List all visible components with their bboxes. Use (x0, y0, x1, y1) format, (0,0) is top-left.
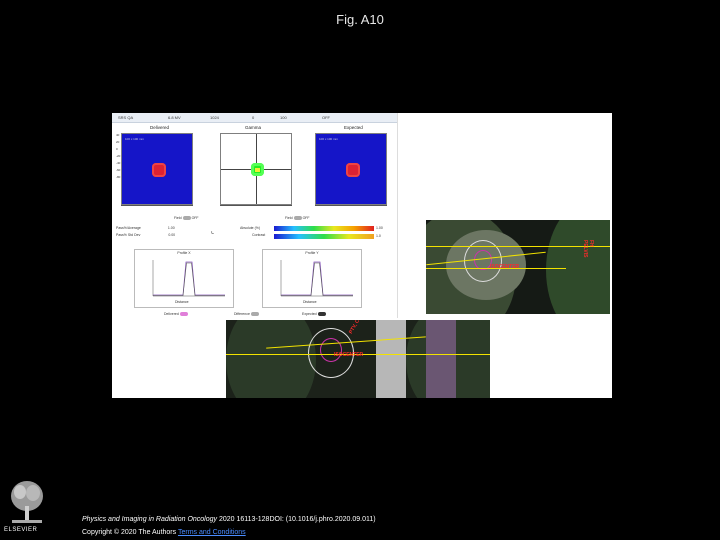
left-mode-off: OFF (191, 216, 199, 220)
expected-title: Expected (344, 125, 363, 130)
stat2-value: 0.00 (168, 233, 176, 237)
heatmap-label: 100 x 100 mm (125, 137, 145, 141)
citation-line: Physics and Imaging in Radiation Oncolog… (82, 516, 376, 523)
elsevier-tree-logo (8, 478, 46, 526)
contrast-label-wrap: Contrast (252, 233, 265, 237)
delivered-y-ticks: 40 20 0 -20 -40 -60 -80 (116, 133, 120, 182)
expected-x-axis (315, 205, 387, 212)
colorbar1-max: 1.00 (376, 226, 383, 230)
delivered-toggle[interactable] (179, 312, 188, 317)
bottom-difference-label: Difference (234, 312, 250, 316)
right-mode-off: OFF (302, 216, 310, 220)
profile-x-xlabel: Distance (175, 300, 189, 304)
profile-x-plot (152, 260, 225, 297)
stat1-value: 1.00 (167, 226, 175, 230)
gamma-x-axis (220, 205, 292, 212)
gamma-title: Gamma (245, 125, 262, 130)
delivered-title: Delivered (150, 125, 170, 130)
elsevier-wordmark: ELSEVIER (4, 527, 38, 533)
absolute-colorbar[interactable] (274, 226, 374, 231)
ct-tissue (426, 320, 456, 398)
right-mode-control[interactable]: Field OFF (285, 216, 310, 221)
colorbar2-max: 1.0 (376, 234, 381, 238)
top-strip-cell: 0 (252, 115, 255, 120)
bottom-delivered-label: Delivered (164, 312, 179, 316)
top-strip-cell: 100 (280, 115, 287, 120)
bottom-expected-label: Expected (302, 312, 317, 316)
y-tick: 40 (116, 133, 120, 137)
y-tick: -60 (116, 168, 121, 172)
copyright-line: Copyright © 2020 The Authors Terms and C… (82, 529, 246, 536)
y-tick: -40 (116, 161, 121, 165)
left-mode-label: Field (174, 216, 182, 220)
y-tick: -80 (116, 175, 121, 179)
left-mode-control[interactable]: Field OFF (174, 216, 199, 221)
sagittal-label: ISOCENTER (490, 264, 520, 270)
profile-y-chart: Profile Y Distance (262, 249, 362, 308)
ct-spine (376, 320, 406, 398)
top-strip-cell: OFF (322, 115, 330, 120)
bottom-delivered-control[interactable]: Delivered (164, 312, 188, 317)
top-strip-cell: 6.8 MV (168, 115, 181, 120)
stat2-label: Pass% Std Dev (116, 233, 141, 237)
ct-coronal-image: ISOCENTER PTV, COVID (226, 320, 490, 398)
y-tick: 20 (116, 140, 120, 144)
figure: SRS QA 6.8 MV 1024 0 100 OFF Delivered G… (112, 113, 612, 398)
coronal-label: PTV, COVID (348, 320, 368, 335)
right-mode-toggle[interactable] (293, 216, 302, 221)
top-strip-cell: 1024 (210, 115, 219, 120)
heatmap-label: 100 x 100 mm (319, 137, 339, 141)
ct-sagittal-image: ISOCENTER FH PELVIS (426, 220, 610, 314)
delivered-x-axis (121, 205, 193, 212)
absolute-label: Absolute (%) (240, 226, 261, 230)
y-tick: -20 (116, 154, 121, 158)
expected-dose-map[interactable]: 100 x 100 mm (315, 133, 387, 205)
citation-text: 2020 16113-128DOI: (10.1016/j.phro.2020.… (217, 516, 376, 523)
slide-title: Fig. A10 (336, 12, 384, 27)
coronal-tag: ISOCENTER (334, 352, 364, 358)
expected-toggle[interactable] (317, 312, 326, 317)
stat-pass-stddev: Pass% Std Dev 0.00 (116, 233, 175, 237)
bottom-expected-control[interactable]: Expected (302, 312, 326, 317)
delivered-dose-map[interactable]: 100 x 100 mm (121, 133, 193, 205)
bottom-difference-control[interactable]: Difference (234, 312, 259, 317)
journal-name: Physics and Imaging in Radiation Oncolog… (82, 516, 218, 523)
difference-toggle[interactable] (250, 312, 259, 317)
qa-software-panel: SRS QA 6.8 MV 1024 0 100 OFF Delivered G… (112, 113, 398, 318)
delivered-dose-spot (152, 163, 166, 177)
sagittal-tag: FH PELVIS (582, 240, 594, 258)
profile-x-chart: Profile X Distance (134, 249, 234, 308)
right-mode-label: Field (285, 216, 293, 220)
stat1-label: Pass%/Average (116, 226, 141, 230)
axis-icon: ⌞ (211, 228, 215, 235)
ct-tissue (226, 320, 316, 398)
gamma-center-spot (255, 168, 260, 172)
terms-link[interactable]: Terms and Conditions (178, 529, 246, 536)
ct-tissue (546, 220, 610, 314)
contrast-label: Contrast (252, 233, 266, 237)
top-strip-cell: SRS QA (118, 115, 134, 120)
gamma-map[interactable] (220, 133, 292, 205)
copyright-text: Copyright © 2020 The Authors (82, 529, 178, 536)
stat-pass-average: Pass%/Average 1.00 (116, 226, 175, 230)
expected-dose-spot (346, 163, 360, 177)
profile-y-xlabel: Distance (303, 300, 317, 304)
left-mode-toggle[interactable] (182, 216, 191, 221)
contrast-colorbar[interactable] (274, 234, 374, 239)
absolute-label-wrap: Absolute (%) (240, 226, 260, 230)
y-tick: 0 (116, 147, 118, 151)
profile-y-plot (280, 260, 353, 297)
top-strip: SRS QA 6.8 MV 1024 0 100 OFF (112, 113, 397, 123)
